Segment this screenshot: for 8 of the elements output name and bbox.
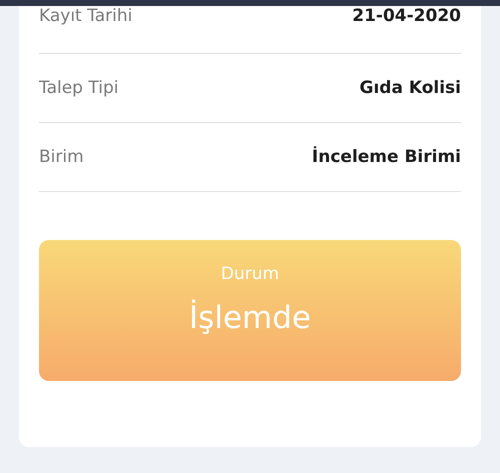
detail-label: Talep Tipi: [39, 78, 118, 98]
detail-label: Kayıt Tarihi: [39, 6, 132, 26]
detail-value: İnceleme Birimi: [312, 147, 461, 167]
status-value: İşlemde: [189, 300, 311, 336]
detail-label: Birim: [39, 147, 84, 167]
detail-value: Gıda Kolisi: [360, 78, 461, 98]
status-label: Durum: [220, 264, 280, 284]
detail-value: 21-04-2020: [352, 6, 461, 26]
